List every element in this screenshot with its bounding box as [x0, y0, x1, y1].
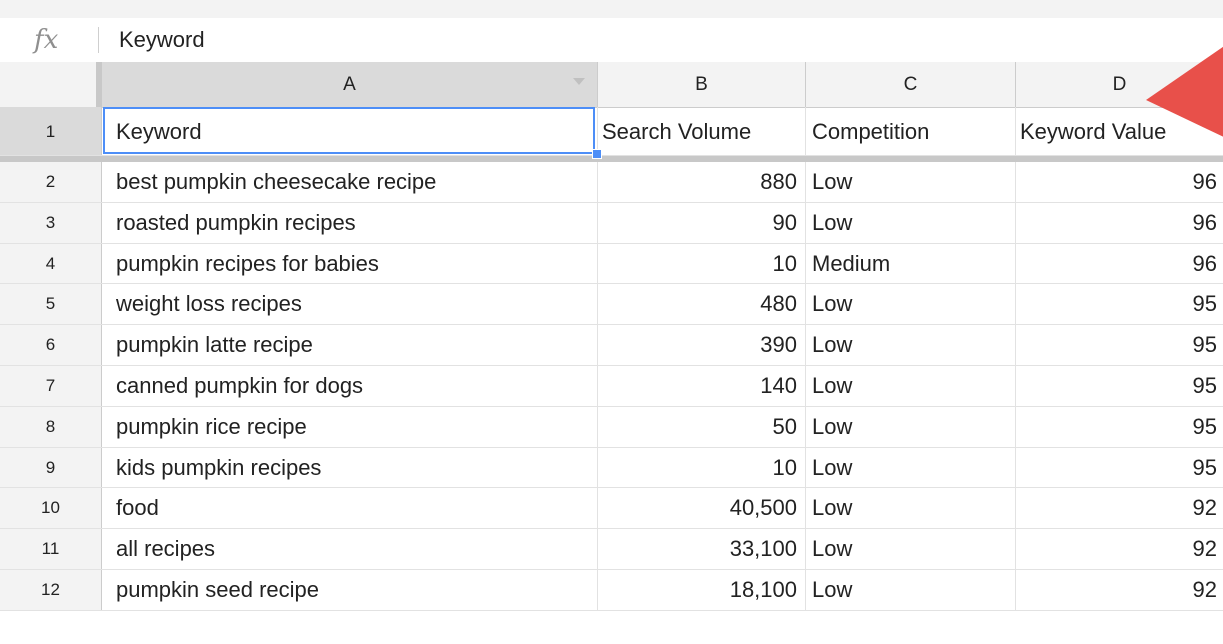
cell-search-volume[interactable]: 880 — [598, 162, 806, 202]
row-header[interactable]: 8 — [0, 406, 102, 447]
cell-keyword-value[interactable]: 95 — [1016, 284, 1223, 324]
cell-competition[interactable]: Low — [806, 570, 1016, 610]
cell-search-volume[interactable]: 33,100 — [598, 529, 806, 569]
cell-keyword-value[interactable]: 96 — [1016, 244, 1223, 284]
table-row: 4 pumpkin recipes for babies 10 Medium 96 — [0, 243, 1223, 285]
cell-competition[interactable]: Low — [806, 284, 1016, 325]
column-header-bar: A B C D — [0, 62, 1223, 108]
row-header[interactable]: 7 — [0, 366, 102, 406]
row-header[interactable]: 6 — [0, 325, 102, 365]
cell-c1[interactable]: Competition — [806, 107, 1016, 155]
table-row: 8 pumpkin rice recipe 50 Low 95 — [0, 406, 1223, 448]
row-header[interactable]: 1 — [0, 107, 102, 155]
cell-search-volume[interactable]: 140 — [598, 366, 806, 406]
cell-search-volume[interactable]: 480 — [598, 284, 806, 325]
toolbar-strip — [0, 0, 1223, 19]
cell-keyword[interactable]: all recipes — [102, 529, 598, 569]
cell-search-volume[interactable]: 10 — [598, 243, 806, 284]
cell-competition[interactable]: Low — [806, 162, 1016, 202]
formula-divider — [98, 27, 99, 53]
cell-keyword-value[interactable]: 95 — [1016, 325, 1223, 365]
cell-keyword-value[interactable]: 92 — [1016, 570, 1223, 610]
cell-keyword[interactable]: canned pumpkin for dogs — [102, 366, 598, 406]
cell-keyword[interactable]: best pumpkin cheesecake recipe — [102, 162, 598, 202]
cell-a1[interactable]: Keyword — [102, 107, 598, 155]
cell-keyword[interactable]: food — [102, 488, 598, 529]
cell-competition[interactable]: Low — [806, 366, 1016, 406]
cell-keyword-value[interactable]: 92 — [1016, 488, 1223, 528]
table-row: 11 all recipes 33,100 Low 92 — [0, 529, 1223, 570]
row-header[interactable]: 5 — [0, 284, 102, 325]
row-header[interactable]: 11 — [0, 529, 102, 569]
cell-keyword-value[interactable]: 96 — [1016, 162, 1223, 202]
table-row: 10 food 40,500 Low 92 — [0, 488, 1223, 530]
table-row: 9 kids pumpkin recipes 10 Low 95 — [0, 447, 1223, 489]
cell-search-volume[interactable]: 90 — [598, 202, 806, 243]
row-header[interactable]: 2 — [0, 162, 102, 202]
cell-search-volume[interactable]: 50 — [598, 406, 806, 447]
fill-handle[interactable] — [592, 149, 602, 159]
cell-b1[interactable]: Search Volume — [598, 107, 806, 155]
cell-keyword[interactable]: pumpkin latte recipe — [102, 325, 598, 365]
cell-competition[interactable]: Low — [806, 406, 1016, 447]
cell-keyword-value[interactable]: 96 — [1016, 203, 1223, 243]
row-header[interactable]: 4 — [0, 243, 102, 284]
column-header-a-label: A — [343, 74, 356, 95]
cell-search-volume[interactable]: 10 — [598, 447, 806, 488]
cell-competition[interactable]: Low — [806, 447, 1016, 488]
table-row-header: 1 Keyword Search Volume Competition Keyw… — [0, 107, 1223, 156]
cell-keyword[interactable]: pumpkin seed recipe — [102, 570, 598, 610]
cell-competition[interactable]: Low — [806, 202, 1016, 243]
cell-competition[interactable]: Low — [806, 529, 1016, 569]
cell-keyword-value[interactable]: 95 — [1016, 448, 1223, 488]
formula-input[interactable]: Keyword — [119, 27, 205, 53]
select-all-corner[interactable] — [0, 62, 99, 107]
cell-keyword-value[interactable]: 95 — [1016, 407, 1223, 447]
fx-icon: fx — [34, 25, 59, 55]
column-menu-arrow-icon[interactable] — [573, 78, 585, 85]
row-header[interactable]: 10 — [0, 488, 102, 529]
cell-search-volume[interactable]: 390 — [598, 325, 806, 365]
spreadsheet-window: fx Keyword A B C D 1 Keyword Search Volu… — [0, 0, 1223, 644]
table-row: 6 pumpkin latte recipe 390 Low 95 — [0, 325, 1223, 366]
table-row: 12 pumpkin seed recipe 18,100 Low 92 — [0, 570, 1223, 611]
cell-d1[interactable]: Keyword Value — [1016, 107, 1223, 155]
table-row: 3 roasted pumpkin recipes 90 Low 96 — [0, 202, 1223, 244]
sheet-grid: A B C D 1 Keyword Search Volume Competit… — [0, 62, 1223, 644]
column-header-d[interactable]: D — [1016, 62, 1223, 107]
cell-search-volume[interactable]: 40,500 — [598, 488, 806, 529]
cell-keyword[interactable]: kids pumpkin recipes — [102, 447, 598, 488]
cell-search-volume[interactable]: 18,100 — [598, 570, 806, 610]
column-header-c[interactable]: C — [806, 62, 1016, 107]
cell-competition[interactable]: Low — [806, 488, 1016, 529]
table-row: 2 best pumpkin cheesecake recipe 880 Low 96 — [0, 162, 1223, 203]
cell-competition[interactable]: Medium — [806, 243, 1016, 284]
formula-bar: fx Keyword — [0, 18, 1223, 63]
row-header[interactable]: 9 — [0, 447, 102, 488]
cell-competition[interactable]: Low — [806, 325, 1016, 365]
row-header[interactable]: 12 — [0, 570, 102, 610]
row-header[interactable]: 3 — [0, 202, 102, 243]
cell-keyword-value[interactable]: 95 — [1016, 366, 1223, 406]
cell-keyword[interactable]: pumpkin recipes for babies — [102, 243, 598, 284]
column-header-a[interactable]: A — [102, 62, 598, 107]
table-row: 5 weight loss recipes 480 Low 95 — [0, 284, 1223, 326]
cell-keyword-value[interactable]: 92 — [1016, 529, 1223, 569]
cell-keyword[interactable]: weight loss recipes — [102, 284, 598, 325]
cell-keyword[interactable]: pumpkin rice recipe — [102, 406, 598, 447]
table-row: 7 canned pumpkin for dogs 140 Low 95 — [0, 366, 1223, 407]
cell-keyword[interactable]: roasted pumpkin recipes — [102, 202, 598, 243]
column-header-b[interactable]: B — [598, 62, 806, 107]
